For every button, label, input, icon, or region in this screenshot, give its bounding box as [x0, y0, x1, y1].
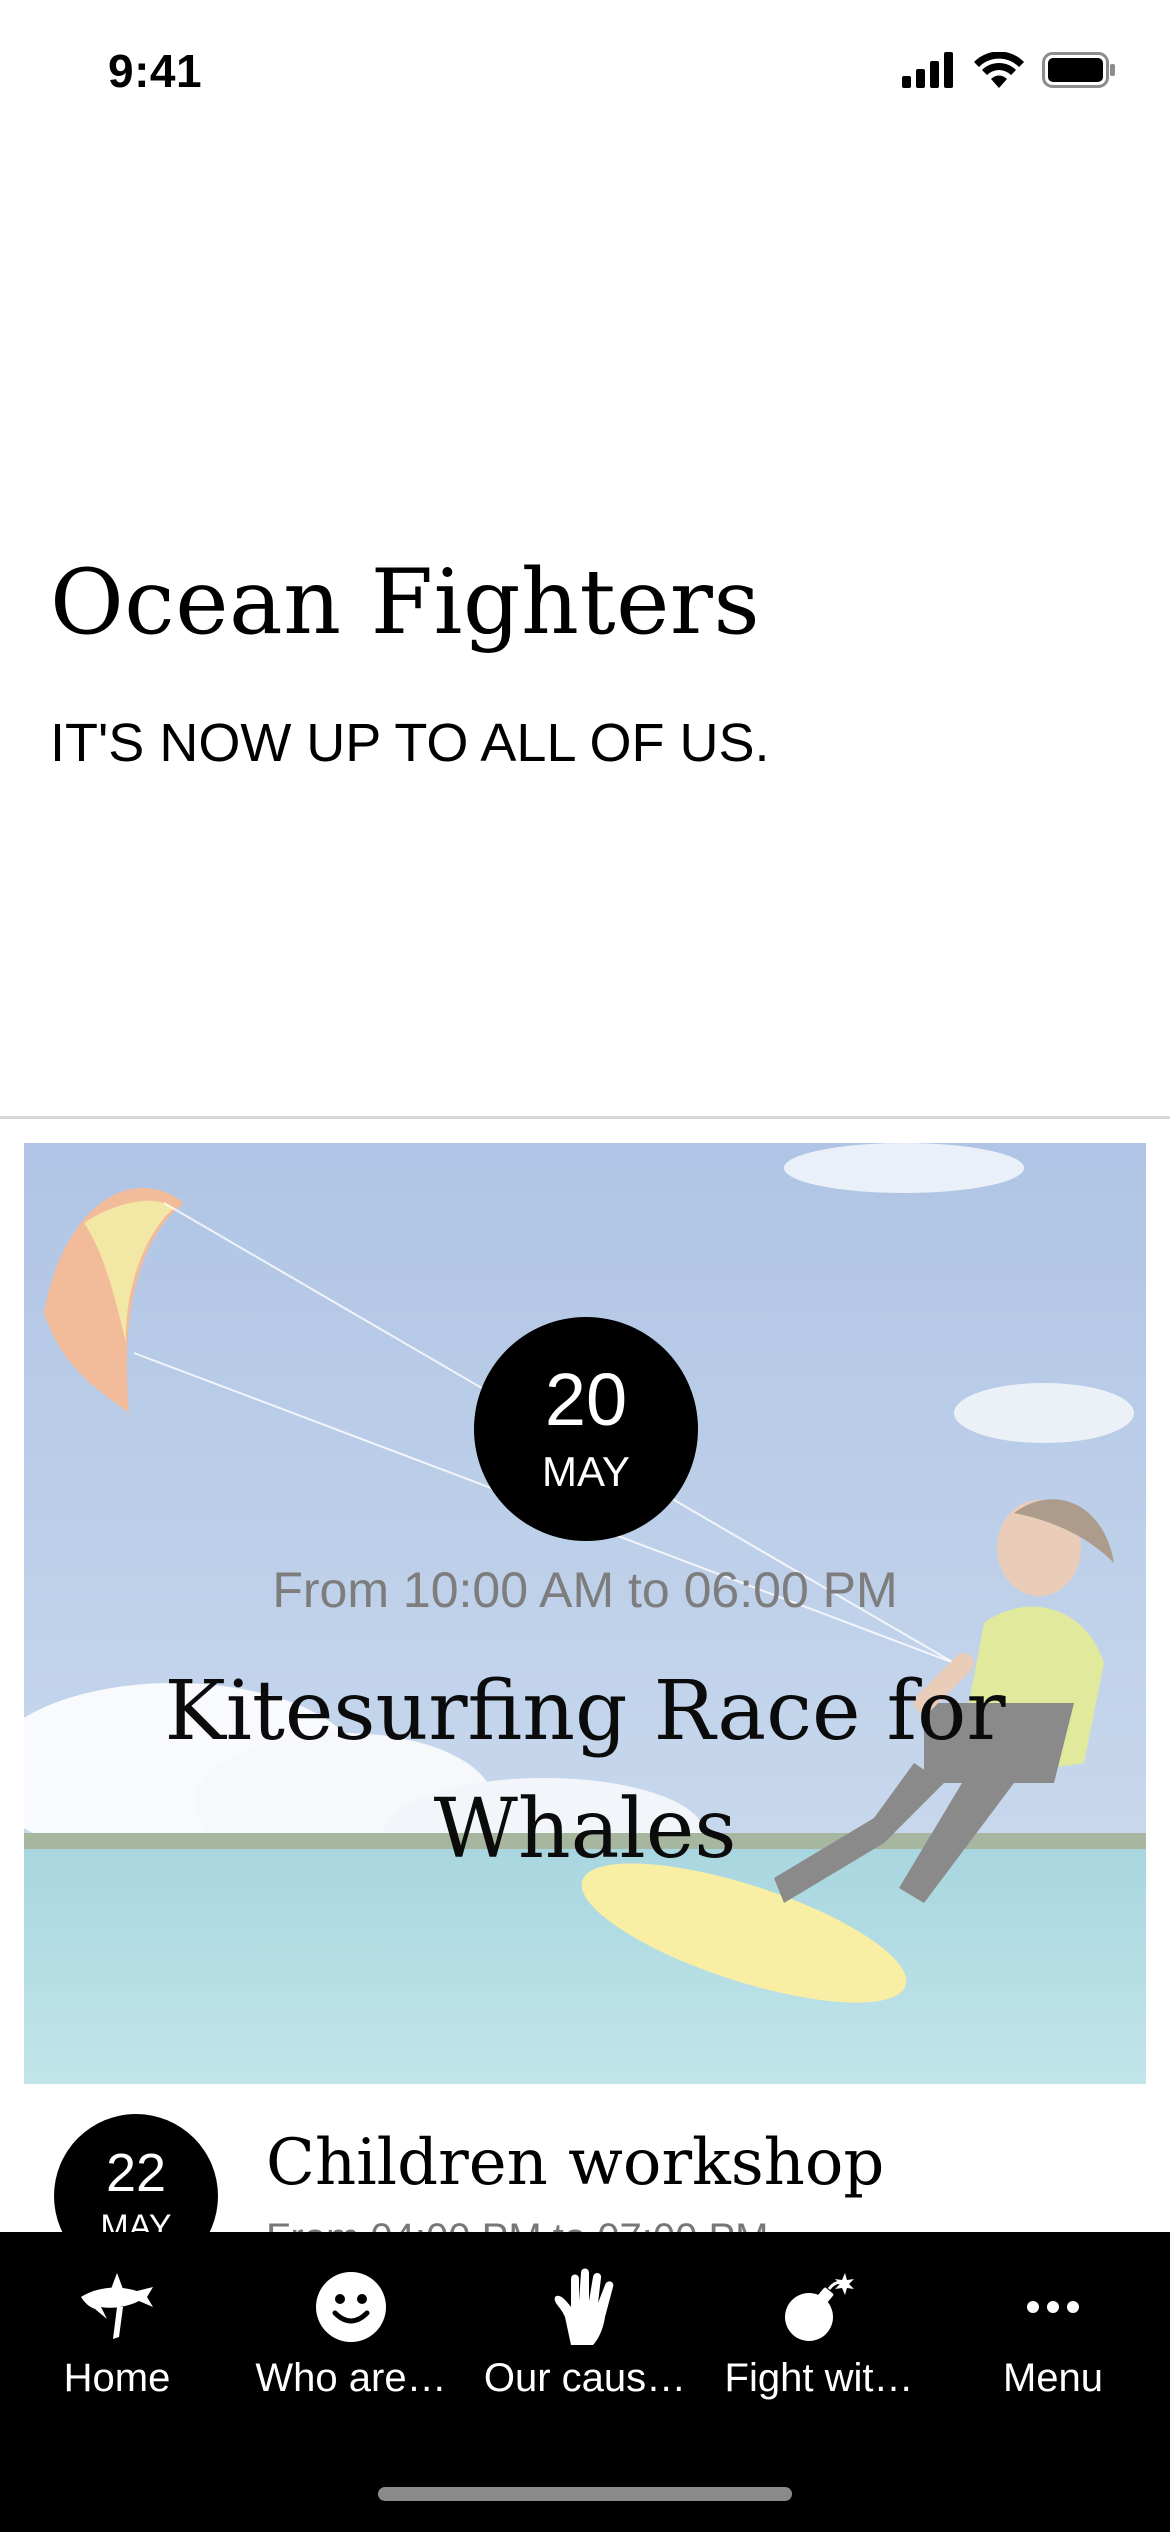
event-list-item[interactable]: 22 MAY Children workshop From 04:00 PM t… [0, 2100, 1170, 2232]
tab-label: Our caus… [483, 2356, 687, 2400]
tab-who-are[interactable]: Who are… [234, 2232, 468, 2422]
date-month: MAY [100, 2208, 172, 2232]
tab-label: Menu [1002, 2356, 1104, 2400]
divider [0, 1116, 1170, 1119]
status-icons [902, 52, 1116, 88]
page-title: Ocean Fighters [50, 550, 761, 655]
status-time: 9:41 [108, 45, 203, 97]
tab-menu[interactable]: Menu [936, 2232, 1170, 2422]
more-icon [1027, 2301, 1079, 2313]
event-title: Kitesurfing Race for Whales [164, 1664, 1006, 1877]
event-title: Children workshop [266, 2126, 885, 2200]
date-day: 20 [544, 1358, 628, 1441]
wifi-icon [974, 52, 1024, 88]
date-badge: 22 MAY [54, 2114, 218, 2232]
tab-our-causes[interactable]: Our caus… [468, 2232, 702, 2422]
event-time: From 10:00 AM to 06:00 PM [272, 1562, 898, 1618]
cellular-signal-icon [902, 52, 953, 88]
tab-fight-with[interactable]: Fight wit… [702, 2232, 936, 2422]
page-subtitle: IT'S NOW UP TO ALL OF US. [50, 713, 770, 773]
tab-label: Who are… [255, 2356, 447, 2400]
tab-home[interactable]: Home [0, 2232, 234, 2422]
battery-icon [1042, 52, 1115, 88]
event-time: From 04:00 PM to 07:00 PM [266, 2216, 768, 2232]
date-day: 22 [105, 2143, 167, 2203]
tab-label: Fight wit… [724, 2356, 914, 2400]
status-bar: 9:41 [0, 0, 1170, 150]
date-month: MAY [542, 1448, 630, 1495]
date-badge: 20 MAY [474, 1317, 698, 1541]
smiley-icon [316, 2272, 386, 2342]
featured-event-card[interactable]: 20 MAY From 10:00 AM to 06:00 PM Kitesur… [24, 1143, 1146, 2084]
bomb-icon [785, 2273, 854, 2341]
tab-label: Home [63, 2356, 171, 2400]
hand-icon [554, 2268, 614, 2345]
home-indicator[interactable] [378, 2487, 792, 2501]
shark-icon [81, 2273, 153, 2339]
